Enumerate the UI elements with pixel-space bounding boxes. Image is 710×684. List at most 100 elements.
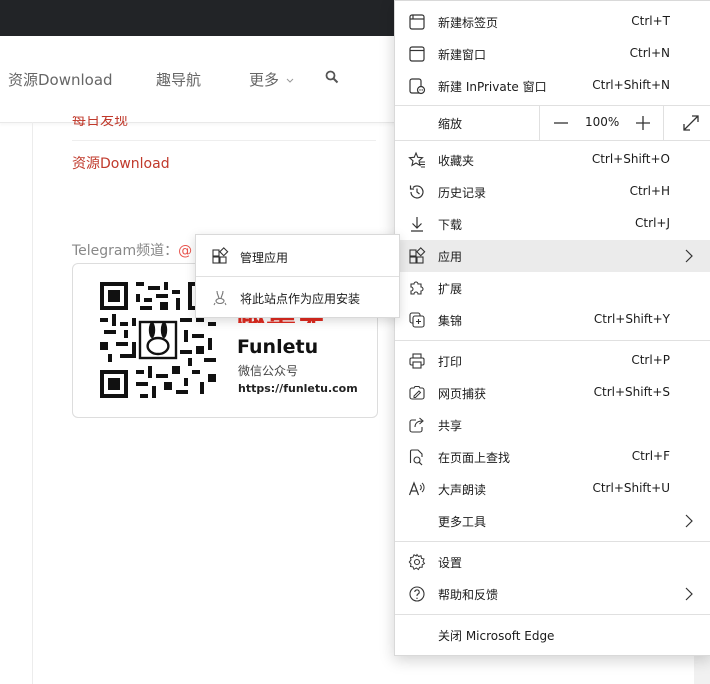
zoom-label: 缩放 (438, 117, 463, 131)
menu-shortcut: Ctrl+Shift+U (592, 481, 670, 495)
nav-more-label: 更多 (249, 71, 280, 89)
chevron-down-icon (286, 78, 294, 83)
fullscreen-button[interactable] (673, 106, 709, 140)
menu-label: 帮助和反馈 (438, 588, 499, 602)
plus-icon (636, 116, 650, 130)
printer-icon (409, 353, 425, 369)
menu-label: 下载 (438, 218, 463, 232)
brand-name: Funletu (237, 336, 319, 358)
menu-separator (395, 541, 710, 542)
menu-label: 共享 (438, 419, 463, 433)
nav-item-more[interactable]: 更多 (249, 69, 294, 90)
telegram-label: Telegram频道：@ (72, 240, 192, 260)
menu-item-web-capture[interactable]: 网页捕获 Ctrl+Shift+S (395, 377, 710, 409)
apps-icon (212, 247, 229, 264)
submenu-label: 将此站点作为应用安装 (240, 292, 361, 306)
chevron-right-icon (685, 249, 693, 263)
puzzle-icon (410, 281, 424, 295)
menu-label: 应用 (438, 250, 463, 264)
menu-label: 集锦 (438, 314, 463, 328)
apps-submenu: 管理应用 将此站点作为应用安装 (195, 234, 400, 318)
menu-label: 关闭 Microsoft Edge (438, 629, 555, 643)
gear-icon (408, 553, 426, 571)
menu-item-downloads[interactable]: 下载 Ctrl+J (395, 208, 710, 240)
menu-label: 历史记录 (438, 186, 487, 200)
menu-shortcut: Ctrl+Shift+S (593, 385, 670, 399)
window-icon (409, 46, 425, 62)
menu-label: 扩展 (438, 282, 463, 296)
new-tab-icon (409, 14, 425, 30)
menu-shortcut: Ctrl+J (635, 216, 670, 230)
browser-settings-menu: 新建标签页 Ctrl+T 新建窗口 Ctrl+N 新建 InPrivate 窗口… (394, 0, 710, 656)
menu-label: 新建 InPrivate 窗口 (438, 80, 547, 94)
menu-label: 设置 (438, 556, 463, 570)
menu-label: 网页捕获 (438, 387, 487, 401)
share-icon (409, 417, 424, 433)
menu-separator (395, 340, 710, 341)
submenu-label: 管理应用 (240, 251, 289, 265)
help-icon (409, 586, 425, 602)
zoom-value: 100% (585, 115, 620, 129)
menu-item-favorites[interactable]: 收藏夹 Ctrl+Shift+O (395, 144, 710, 176)
menu-shortcut: Ctrl+Shift+N (592, 78, 670, 92)
menu-shortcut: Ctrl+F (631, 449, 670, 463)
menu-shortcut: Ctrl+P (631, 353, 670, 367)
menu-separator (395, 140, 710, 141)
menu-item-new-window[interactable]: 新建窗口 Ctrl+N (395, 38, 710, 70)
divider (72, 140, 376, 141)
menu-item-new-tab[interactable]: 新建标签页 Ctrl+T (395, 6, 710, 38)
chevron-right-icon (685, 514, 693, 528)
link-resource-download[interactable]: 资源Download (72, 153, 170, 173)
star-icon (408, 151, 425, 168)
collections-icon (409, 312, 425, 328)
menu-label: 新建标签页 (438, 16, 499, 30)
history-icon (409, 185, 424, 199)
menu-item-read-aloud[interactable]: 大声朗读 Ctrl+Shift+U (395, 473, 710, 505)
menu-label: 在页面上查找 (438, 451, 511, 465)
brand-url: https://funletu.com (238, 382, 358, 395)
menu-shortcut: Ctrl+T (631, 14, 670, 28)
apps-icon (409, 247, 426, 264)
capture-icon (409, 385, 425, 400)
menu-item-apps[interactable]: 应用 (395, 240, 710, 272)
menu-item-find-on-page[interactable]: 在页面上查找 Ctrl+F (395, 441, 710, 473)
nav-item-qudaohang[interactable]: 趣导航 (156, 69, 201, 90)
zoom-out-button[interactable] (539, 106, 590, 140)
menu-item-help-feedback[interactable]: 帮助和反馈 (395, 578, 710, 610)
menu-item-share[interactable]: 共享 (395, 409, 710, 441)
telegram-at[interactable]: @ (178, 243, 192, 259)
menu-shortcut: Ctrl+Shift+O (591, 152, 670, 166)
nav-item-download[interactable]: 资源Download (8, 69, 113, 90)
menu-shortcut: Ctrl+H (629, 184, 670, 198)
install-app-icon (213, 290, 227, 306)
menu-shortcut: Ctrl+N (629, 46, 670, 60)
menu-item-print[interactable]: 打印 Ctrl+P (395, 345, 710, 377)
search-icon[interactable] (325, 70, 339, 84)
zoom-in-button[interactable] (623, 106, 664, 140)
menu-label: 大声朗读 (438, 483, 487, 497)
menu-item-more-tools[interactable]: 更多工具 (395, 505, 710, 537)
menu-item-new-inprivate[interactable]: 新建 InPrivate 窗口 Ctrl+Shift+N (395, 70, 710, 102)
submenu-item-install-site-as-app[interactable]: 将此站点作为应用安装 (196, 277, 399, 317)
menu-zoom-row: 缩放 100% (395, 106, 710, 140)
minus-icon (554, 122, 568, 124)
menu-item-extensions[interactable]: 扩展 (395, 272, 710, 304)
menu-item-settings[interactable]: 设置 (395, 546, 710, 578)
site-nav-bar: 资源Download 趣导航 更多 (0, 36, 396, 123)
submenu-item-manage-apps[interactable]: 管理应用 (196, 236, 399, 276)
menu-item-history[interactable]: 历史记录 Ctrl+H (395, 176, 710, 208)
telegram-label-text: Telegram频道： (72, 243, 179, 259)
menu-label: 更多工具 (438, 515, 487, 529)
menu-item-collections[interactable]: 集锦 Ctrl+Shift+Y (395, 304, 710, 336)
download-icon (411, 217, 423, 232)
menu-label: 新建窗口 (438, 48, 487, 62)
menu-shortcut: Ctrl+Shift+Y (593, 312, 670, 326)
find-icon (409, 449, 423, 466)
inprivate-icon (409, 78, 426, 95)
menu-separator (395, 614, 710, 615)
fullscreen-icon (683, 115, 699, 131)
menu-item-close-edge[interactable]: 关闭 Microsoft Edge (395, 619, 710, 651)
read-aloud-icon (408, 481, 425, 496)
chevron-right-icon (685, 587, 693, 601)
menu-label: 收藏夹 (438, 154, 475, 168)
